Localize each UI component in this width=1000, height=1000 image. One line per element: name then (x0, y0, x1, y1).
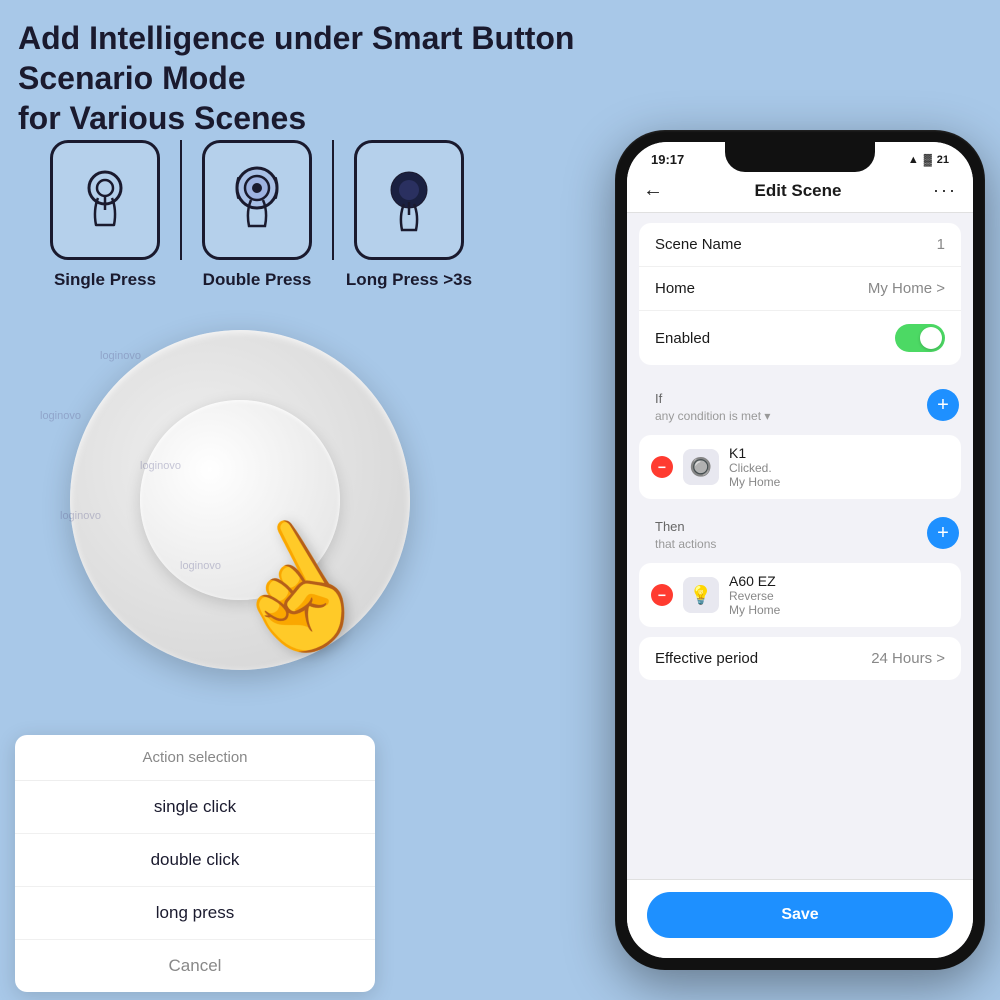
a60-remove-button[interactable]: − (651, 584, 673, 606)
single-press-icon-box (50, 140, 160, 260)
a60-device-icon: 💡 (683, 577, 719, 613)
add-if-condition-button[interactable]: + (927, 389, 959, 421)
enabled-toggle[interactable] (895, 324, 945, 352)
single-press-item: Single Press (30, 140, 180, 290)
phone-outer-shell: 19:17 ▲ ▓ 21 ← Edit Scene ··· Scene Name (615, 130, 985, 970)
scene-info-card: Scene Name 1 Home My Home > Enabled (639, 223, 961, 365)
status-icons: ▲ ▓ 21 (908, 154, 949, 166)
a60-device-name: A60 EZ (729, 573, 949, 589)
k1-device-row: − 🔘 K1 Clicked. My Home (639, 435, 961, 499)
app-header: ← Edit Scene ··· (627, 171, 973, 213)
effective-period-label: Effective period (655, 650, 758, 667)
watermark-1: loginovo (40, 410, 81, 422)
double-press-label: Double Press (203, 270, 312, 290)
phone-notch (725, 142, 875, 172)
phone-mockup: 19:17 ▲ ▓ 21 ← Edit Scene ··· Scene Name (615, 130, 985, 970)
a60-device-detail2: My Home (729, 603, 949, 617)
wifi-icon: ▲ (908, 154, 919, 166)
action-cancel-button[interactable]: Cancel (15, 940, 375, 992)
condition-dropdown-icon[interactable]: ▾ (764, 409, 770, 423)
save-button[interactable]: Save (647, 892, 953, 938)
a60-device-info: A60 EZ Reverse My Home (729, 573, 949, 617)
save-bar: Save (627, 879, 973, 958)
effective-period-card: Effective period 24 Hours > (639, 637, 961, 680)
then-condition: that actions (641, 537, 730, 555)
k1-device-name: K1 (729, 445, 949, 461)
page-header: Add Intelligence under Smart Button Scen… (18, 18, 578, 138)
app-content: Scene Name 1 Home My Home > Enabled (627, 213, 973, 919)
action-long-press[interactable]: long press (15, 887, 375, 940)
scene-name-label: Scene Name (655, 236, 742, 253)
battery-icon: ▓ (924, 154, 932, 166)
action-double-click[interactable]: double click (15, 834, 375, 887)
double-press-item: Double Press (182, 140, 332, 290)
k1-remove-button[interactable]: − (651, 456, 673, 478)
action-popup-header: Action selection (15, 735, 375, 781)
watermark-5: loginovo (100, 350, 141, 362)
action-selection-popup: Action selection single click double cli… (15, 735, 375, 992)
back-button[interactable]: ← (643, 179, 663, 202)
if-condition-text: any condition is met (655, 409, 761, 423)
add-then-action-button[interactable]: + (927, 517, 959, 549)
scene-name-row: Scene Name 1 (639, 223, 961, 267)
home-row: Home My Home > (639, 267, 961, 311)
if-condition: any condition is met ▾ (641, 409, 784, 427)
single-press-label: Single Press (54, 270, 156, 290)
long-press-item: Long Press >3s (334, 140, 484, 290)
then-label: Then (641, 511, 730, 537)
home-label: Home (655, 280, 695, 297)
battery-level: 21 (937, 154, 949, 166)
if-label: If (641, 383, 784, 409)
long-press-icon-box (354, 140, 464, 260)
status-time: 19:17 (651, 152, 684, 167)
a60-device-detail1: Reverse (729, 589, 949, 603)
k1-device-detail2: My Home (729, 475, 949, 489)
k1-device-detail1: Clicked. (729, 461, 949, 475)
app-title: Edit Scene (755, 181, 842, 201)
k1-device-info: K1 Clicked. My Home (729, 445, 949, 489)
action-single-click[interactable]: single click (15, 781, 375, 834)
enabled-row: Enabled (639, 311, 961, 365)
scene-name-value[interactable]: 1 (937, 236, 945, 253)
more-options-button[interactable]: ··· (933, 180, 957, 201)
home-value[interactable]: My Home > (868, 280, 945, 297)
then-section-header: Then that actions + (627, 503, 973, 559)
enabled-label: Enabled (655, 330, 710, 347)
press-types-row: Single Press Double Press (30, 140, 484, 290)
long-press-label: Long Press >3s (346, 270, 472, 290)
effective-period-row[interactable]: Effective period 24 Hours > (639, 637, 961, 680)
phone-screen: 19:17 ▲ ▓ 21 ← Edit Scene ··· Scene Name (627, 142, 973, 958)
a60-device-row: − 💡 A60 EZ Reverse My Home (639, 563, 961, 627)
double-press-icon-box (202, 140, 312, 260)
k1-device-icon: 🔘 (683, 449, 719, 485)
effective-period-value[interactable]: 24 Hours > (871, 650, 945, 667)
if-section-header: If any condition is met ▾ + (627, 375, 973, 431)
